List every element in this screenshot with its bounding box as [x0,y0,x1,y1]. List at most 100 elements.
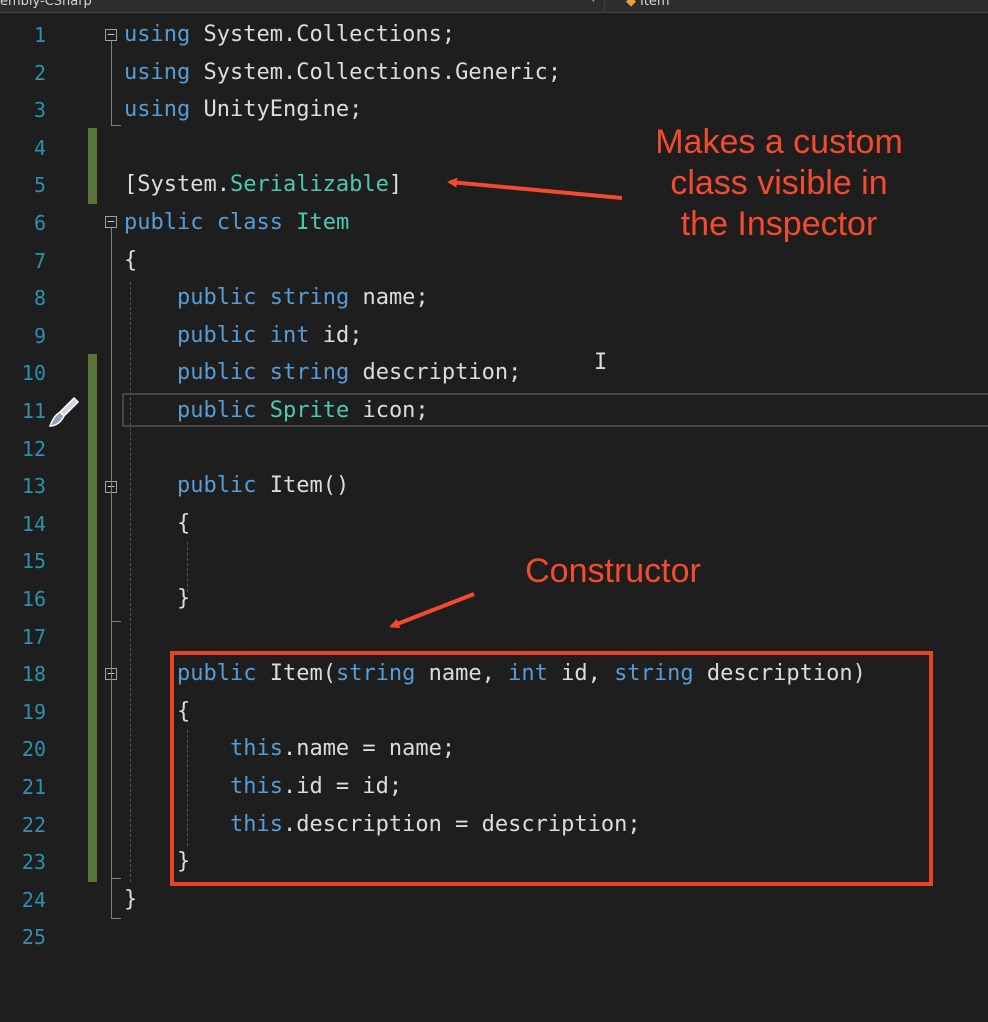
keyword-token: public [176,398,257,423]
line-number: 8 [33,286,46,311]
line-number: 21 [21,775,46,799]
line-number: 15 [21,549,46,574]
code-text: using UnityEngine; [124,91,362,129]
line-number: 11 [21,399,46,423]
code-line[interactable]: 10 public string description; [0,354,988,392]
keyword-token: using [124,22,191,47]
line-number: 5 [33,173,46,198]
line-number: 2 [33,60,46,85]
code-token: } [124,886,138,912]
paintbrush-icon[interactable] [44,392,84,432]
line-number: 10 [21,361,46,386]
project-dropdown[interactable]: embly-CSharp [0,0,92,9]
code-line[interactable]: 13 public Item() [0,467,988,505]
code-token: { [124,510,191,536]
line-number: 17 [21,624,46,649]
code-line[interactable]: 25 [0,918,988,956]
line-number: 24 [21,887,46,912]
line-number: 13 [21,474,46,499]
code-line[interactable]: 11 public Sprite icon; [0,392,988,430]
annotation-line: the Inspector [680,205,878,243]
code-token: System.Collections; [190,22,456,47]
code-text: public class Item [124,204,349,242]
keyword-token: public [176,473,257,499]
keyword-token: int [269,322,310,348]
code-line[interactable]: 14 { [0,505,988,543]
line-number: 25 [21,925,46,950]
code-line[interactable]: 7{ [0,242,988,280]
code-line[interactable]: 12 [0,430,988,468]
keyword-token: public [176,360,257,386]
navigation-bar: embly-CSharp ▾ ◆ Item [0,0,988,13]
chevron-down-icon[interactable]: ▾ [590,0,597,6]
type-token: Serializable [229,172,389,198]
keyword-token: class [216,210,283,235]
type-token: Item [296,210,350,235]
code-line[interactable]: 24} [0,881,988,919]
code-text: { [124,242,137,280]
line-number: 9 [33,323,46,348]
code-line[interactable]: 1 using System.Collections; [0,16,988,54]
annotation-constructor: Constructor [525,552,701,590]
keyword-token: using [124,59,191,85]
line-number: 19 [21,699,46,724]
code-text: public string description; [124,354,521,392]
code-token: id; [309,322,363,348]
keyword-token: public [124,210,204,235]
code-token: description; [349,360,522,386]
code-token: } [124,586,191,611]
line-number: 6 [33,211,46,235]
code-text: [System.Serializable] [124,166,402,204]
code-token: Item() [256,473,350,499]
code-line[interactable]: 16 } [0,580,988,618]
toolbar-divider [604,0,605,12]
annotation-line: class visible in [670,164,888,202]
type-token: Sprite [269,398,350,423]
code-text: public int id; [124,317,362,355]
text-cursor: I [594,350,608,375]
keyword-token: string [269,285,350,311]
code-text: { [124,505,190,543]
code-text: } [124,881,137,919]
keyword-token: string [269,360,350,386]
code-line[interactable]: 8 public string name; [0,279,988,317]
line-number: 7 [33,248,46,273]
line-number: 20 [21,737,46,762]
keyword-token: using [124,97,191,123]
line-number: 22 [21,812,46,837]
code-text: public Item() [124,467,349,505]
line-number: 3 [33,98,46,123]
code-token: UnityEngine; [190,97,363,123]
code-text: using System.Collections; [124,16,455,54]
code-line[interactable]: 17 [0,618,988,656]
code-text: using System.Collections.Generic; [124,54,561,92]
code-line[interactable]: 9 public int id; [0,317,988,355]
code-token: [System. [124,172,230,198]
annotation-line: Makes a custom [655,123,903,161]
code-token: System.Collections.Generic; [190,59,562,85]
member-dropdown-label: Item [640,0,670,9]
keyword-token: public [176,322,257,348]
code-token: icon; [349,398,429,423]
member-dropdown[interactable]: ◆ Item [626,0,670,9]
keyword-token: public [176,285,257,311]
constructor-highlight-box [170,651,933,886]
code-line[interactable]: 15 [0,542,988,580]
annotation-serializable: Makes a custom class visible in the Insp… [618,122,940,245]
code-text: public Sprite icon; [124,392,429,430]
line-number: 18 [21,662,46,687]
line-number: 14 [21,511,46,536]
code-token: name; [349,285,429,311]
line-number: 4 [33,135,46,160]
code-line[interactable]: 2 using System.Collections.Generic; [0,54,988,92]
